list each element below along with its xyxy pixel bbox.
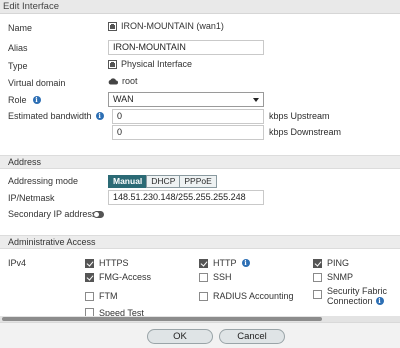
chevron-down-icon [253, 98, 259, 102]
interface-port-icon [108, 21, 117, 31]
fmg-access-label: FMG-Access [99, 272, 152, 282]
http-checkbox[interactable]: HTTP i [199, 258, 250, 268]
type-label: Type [8, 61, 28, 71]
ssh-label: SSH [213, 272, 232, 282]
dialog-footer: OK Cancel [0, 322, 400, 348]
mode-manual-button[interactable]: Manual [108, 175, 148, 188]
speed-test-label: Speed Test [99, 308, 144, 316]
radius-accounting-checkbox[interactable]: RADIUS Accounting [199, 291, 294, 301]
addressing-mode-label: Addressing mode [8, 176, 79, 186]
ok-button[interactable]: OK [147, 329, 213, 344]
upstream-unit: kbps Upstream [269, 111, 330, 121]
info-icon[interactable]: i [241, 259, 250, 267]
name-label: Name [8, 23, 33, 33]
checkbox-checked-icon [313, 258, 322, 268]
scrollbar-thumb[interactable] [2, 317, 322, 321]
checkbox-unchecked-icon [199, 272, 208, 282]
cancel-button[interactable]: Cancel [219, 329, 285, 344]
checkbox-unchecked-icon [199, 291, 208, 301]
info-icon[interactable]: i [375, 297, 384, 305]
ping-checkbox[interactable]: PING [313, 258, 349, 268]
http-label: HTTP [213, 258, 237, 268]
https-label: HTTPS [99, 258, 129, 268]
type-value: Physical Interface [121, 59, 193, 69]
fmg-access-checkbox[interactable]: FMG-Access [85, 272, 151, 282]
name-value: IRON-MOUNTAIN (wan1) [121, 21, 224, 31]
role-label: Role [8, 95, 27, 105]
ip-netmask-input[interactable]: 148.51.230.148/255.255.255.248 [108, 190, 264, 205]
ssh-checkbox[interactable]: SSH [199, 272, 232, 282]
checkbox-checked-icon [85, 258, 94, 268]
info-icon[interactable]: i [32, 96, 41, 104]
alias-label: Alias [8, 43, 28, 53]
snmp-checkbox[interactable]: SNMP [313, 272, 353, 282]
vdom-label: Virtual domain [8, 78, 66, 88]
address-section-header: Address [0, 155, 400, 169]
info-icon[interactable]: i [95, 112, 104, 120]
checkbox-checked-icon [199, 258, 208, 268]
ipv4-label: IPv4 [8, 258, 27, 268]
downstream-unit: kbps Downstream [269, 127, 342, 137]
checkbox-unchecked-icon [85, 291, 94, 301]
checkbox-unchecked-icon [313, 272, 322, 282]
ping-label: PING [327, 258, 350, 268]
ftm-checkbox[interactable]: FTM [85, 291, 118, 301]
bandwidth-label: Estimated bandwidth [8, 111, 92, 121]
snmp-label: SNMP [327, 272, 354, 282]
checkbox-checked-icon [85, 272, 94, 282]
vdom-value: root [122, 76, 138, 86]
checkbox-unchecked-icon [85, 308, 94, 316]
https-checkbox[interactable]: HTTPS [85, 258, 129, 268]
role-value: WAN [113, 94, 134, 104]
security-fabric-checkbox[interactable]: Security Fabric Connection i [313, 286, 387, 306]
cloud-icon [108, 78, 118, 85]
alias-input[interactable]: IRON-MOUNTAIN [108, 40, 264, 55]
mode-pppoe-button[interactable]: PPPoE [179, 175, 217, 188]
downstream-input[interactable]: 0 [112, 125, 264, 140]
addressing-mode-selector: Manual DHCP PPPoE [108, 175, 217, 188]
dialog-title: Edit Interface [0, 0, 400, 14]
upstream-input[interactable]: 0 [112, 109, 264, 124]
secondary-ip-toggle[interactable] [93, 211, 104, 218]
admin-access-section-header: Administrative Access [0, 235, 400, 249]
radius-accounting-label: RADIUS Accounting [213, 291, 294, 301]
interface-port-icon [108, 59, 117, 69]
security-fabric-label: Security Fabric [327, 286, 388, 296]
checkbox-unchecked-icon [313, 290, 322, 299]
ip-label: IP/Netmask [8, 193, 55, 203]
mode-dhcp-button[interactable]: DHCP [146, 175, 181, 188]
ftm-label: FTM [99, 291, 118, 301]
secondary-ip-label: Secondary IP address [8, 209, 97, 219]
speed-test-checkbox[interactable]: Speed Test [85, 308, 144, 316]
security-fabric-label-line2: Connection [327, 296, 373, 306]
role-select[interactable]: WAN [108, 92, 264, 107]
